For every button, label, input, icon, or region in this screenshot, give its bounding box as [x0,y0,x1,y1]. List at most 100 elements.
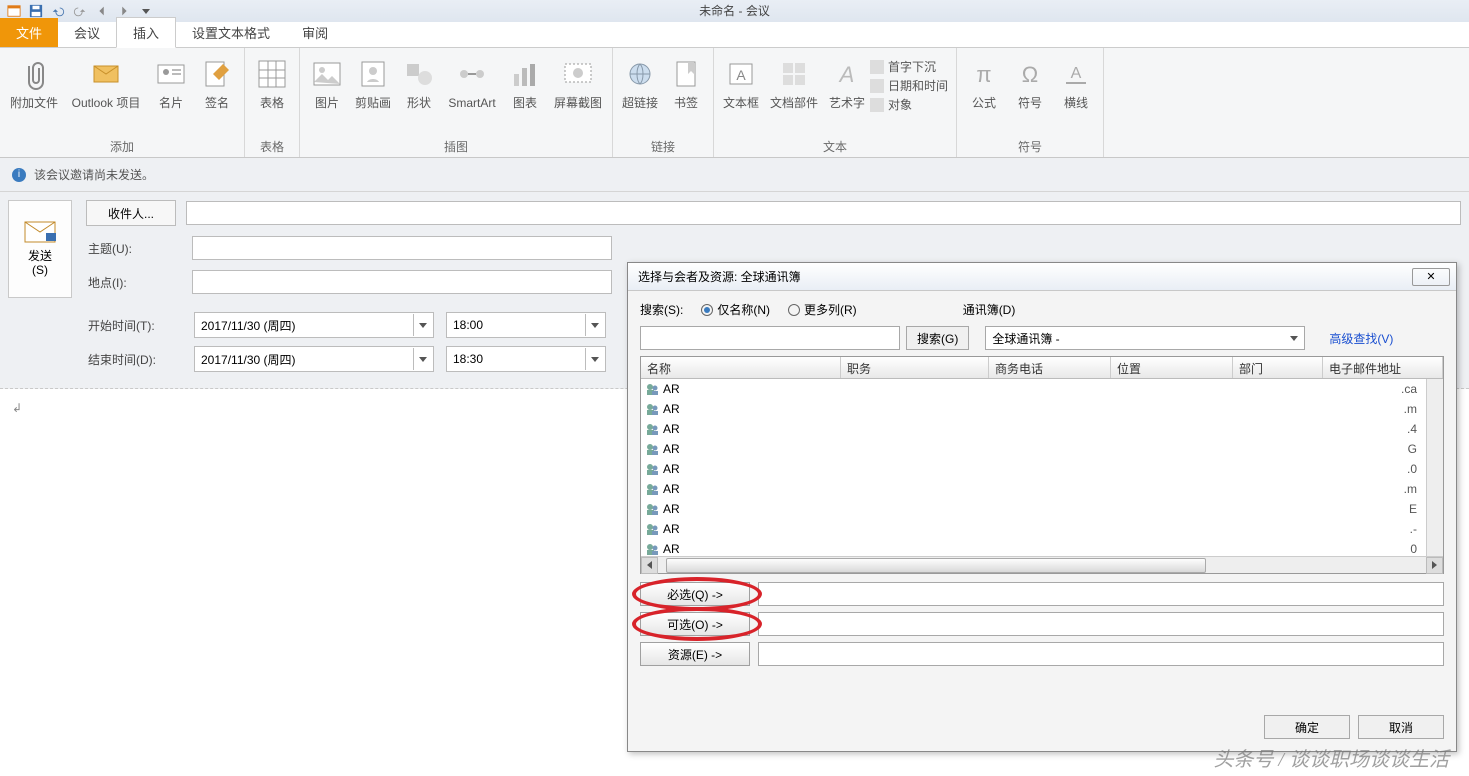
search-label: 搜索(S): [640,301,683,318]
required-input[interactable] [758,582,1444,606]
info-bar: i 该会议邀请尚未发送。 [0,158,1469,192]
resource-button[interactable]: 资源(E) -> [640,642,750,666]
picture-button[interactable]: 图片 [304,52,350,112]
col-dept[interactable]: 部门 [1233,357,1323,378]
signature-button[interactable]: 签名 [194,52,240,112]
group-table: 表格 表格 [245,48,300,157]
advanced-find-link[interactable]: 高级查找(V) [1329,330,1393,347]
info-text: 该会议邀请尚未发送。 [34,166,154,183]
parts-button[interactable]: 文档部件 [764,52,824,112]
tab-format[interactable]: 设置文本格式 [176,18,286,47]
outlook-item-button[interactable]: Outlook 项目 [64,52,148,112]
subject-input[interactable] [192,236,612,260]
subject-label: 主题(U): [86,240,192,257]
grid-scroll-vertical[interactable] [1426,379,1443,556]
col-loc[interactable]: 位置 [1111,357,1233,378]
hline-button[interactable]: A横线 [1053,52,1099,112]
tab-file[interactable]: 文件 [0,18,58,47]
search-go-button[interactable]: 搜索(G) [906,326,969,350]
group-add: 附加文件 Outlook 项目 名片 签名 添加 [0,48,245,157]
optional-button[interactable]: 可选(O) -> [640,612,750,636]
dialog-close-button[interactable]: ✕ [1412,268,1450,286]
screenshot-button[interactable]: 屏幕截图 [548,52,608,112]
ribbon: 附加文件 Outlook 项目 名片 签名 添加 表格 表格 图片 剪贴画 形状… [0,48,1469,158]
ribbon-tabs: 文件 会议 插入 设置文本格式 审阅 [0,22,1469,48]
cursor-icon: ↲ [12,401,22,415]
location-input[interactable] [192,270,612,294]
ok-button[interactable]: 确定 [1264,715,1350,739]
svg-text:A: A [838,62,855,87]
table-button[interactable]: 表格 [249,52,295,112]
book-label: 通讯簿(D) [963,301,1016,318]
grid-scroll-horizontal[interactable] [641,556,1443,573]
dropcap-button[interactable]: 首字下沉 [870,58,948,75]
watermark: 头条号 / 谈谈职场谈谈生活 [1213,743,1449,772]
textbox-button[interactable]: A文本框 [718,52,764,112]
scroll-left-button[interactable] [641,557,658,574]
table-row[interactable]: AR.4 [641,419,1443,439]
col-title[interactable]: 职务 [841,357,989,378]
table-row[interactable]: AR.0 [641,459,1443,479]
equation-button[interactable]: π公式 [961,52,1007,112]
address-book-combo[interactable]: 全球通讯簿 - [985,326,1305,350]
chart-button[interactable]: 图表 [502,52,548,112]
table-row[interactable]: ARE [641,499,1443,519]
table-row[interactable]: AR.ca [641,379,1443,399]
smartart-button[interactable]: SmartArt [442,52,502,112]
radio-more-cols[interactable]: 更多列(R) [788,301,857,318]
tab-meeting[interactable]: 会议 [58,18,116,47]
dialog-title: 选择与会者及资源: 全球通讯簿 [638,268,801,285]
group-table-title: 表格 [249,134,295,157]
col-name[interactable]: 名称 [641,357,841,378]
col-phone[interactable]: 商务电话 [989,357,1111,378]
svg-text:π: π [976,62,991,87]
cancel-button[interactable]: 取消 [1358,715,1444,739]
required-button[interactable]: 必选(Q) -> [640,582,750,606]
table-row[interactable]: AR.m [641,479,1443,499]
start-time-combo[interactable]: 18:00 [446,312,606,338]
info-icon: i [12,168,26,182]
table-row[interactable]: AR.m [641,399,1443,419]
clipart-button[interactable]: 剪贴画 [350,52,396,112]
datetime-button[interactable]: 日期和时间 [870,77,948,94]
svg-text:A: A [736,67,746,83]
group-symbol-title: 符号 [961,134,1099,157]
end-time-combo[interactable]: 18:30 [446,346,606,372]
group-text: A文本框 文档部件 A艺术字 首字下沉 日期和时间 对象 文本 [714,48,957,157]
bookmark-button[interactable]: 书签 [663,52,709,112]
shapes-button[interactable]: 形状 [396,52,442,112]
group-text-title: 文本 [718,134,952,157]
address-book-dialog: 选择与会者及资源: 全球通讯簿 ✕ 搜索(S): 仅名称(N) 更多列(R) 通… [627,262,1457,752]
optional-input[interactable] [758,612,1444,636]
grid-body[interactable]: AR.caAR.mAR.4ARGAR.0AR.mAREAR.-AR0AR…AR…… [641,379,1443,556]
to-input[interactable] [186,201,1461,225]
resource-input[interactable] [758,642,1444,666]
end-date-combo[interactable]: 2017/11/30 (周四) [194,346,434,372]
group-add-title: 添加 [4,134,240,157]
radio-name-only[interactable]: 仅名称(N) [701,301,770,318]
hyperlink-button[interactable]: 超链接 [617,52,663,112]
window-title: 未命名 - 会议 [0,2,1469,19]
symbol-button[interactable]: Ω符号 [1007,52,1053,112]
scroll-right-button[interactable] [1426,557,1443,574]
col-email[interactable]: 电子邮件地址 [1323,357,1443,378]
wordart-button[interactable]: A艺术字 [824,52,870,112]
tab-insert[interactable]: 插入 [116,17,176,48]
start-date-combo[interactable]: 2017/11/30 (周四) [194,312,434,338]
to-button[interactable]: 收件人... [86,200,176,226]
table-row[interactable]: AR.- [641,519,1443,539]
object-button[interactable]: 对象 [870,96,948,113]
search-input[interactable] [640,326,900,350]
tab-review[interactable]: 审阅 [286,18,344,47]
group-symbol: π公式 Ω符号 A横线 符号 [957,48,1104,157]
grid-header: 名称 职务 商务电话 位置 部门 电子邮件地址 [641,357,1443,379]
attach-file-button[interactable]: 附加文件 [4,52,64,112]
svg-text:Ω: Ω [1022,62,1038,87]
table-row[interactable]: AR0 [641,539,1443,556]
group-link-title: 链接 [617,134,709,157]
business-card-button[interactable]: 名片 [148,52,194,112]
group-link: 超链接 书签 链接 [613,48,714,157]
table-row[interactable]: ARG [641,439,1443,459]
scroll-thumb[interactable] [666,558,1206,573]
send-button[interactable]: 发送(S) [8,200,72,298]
